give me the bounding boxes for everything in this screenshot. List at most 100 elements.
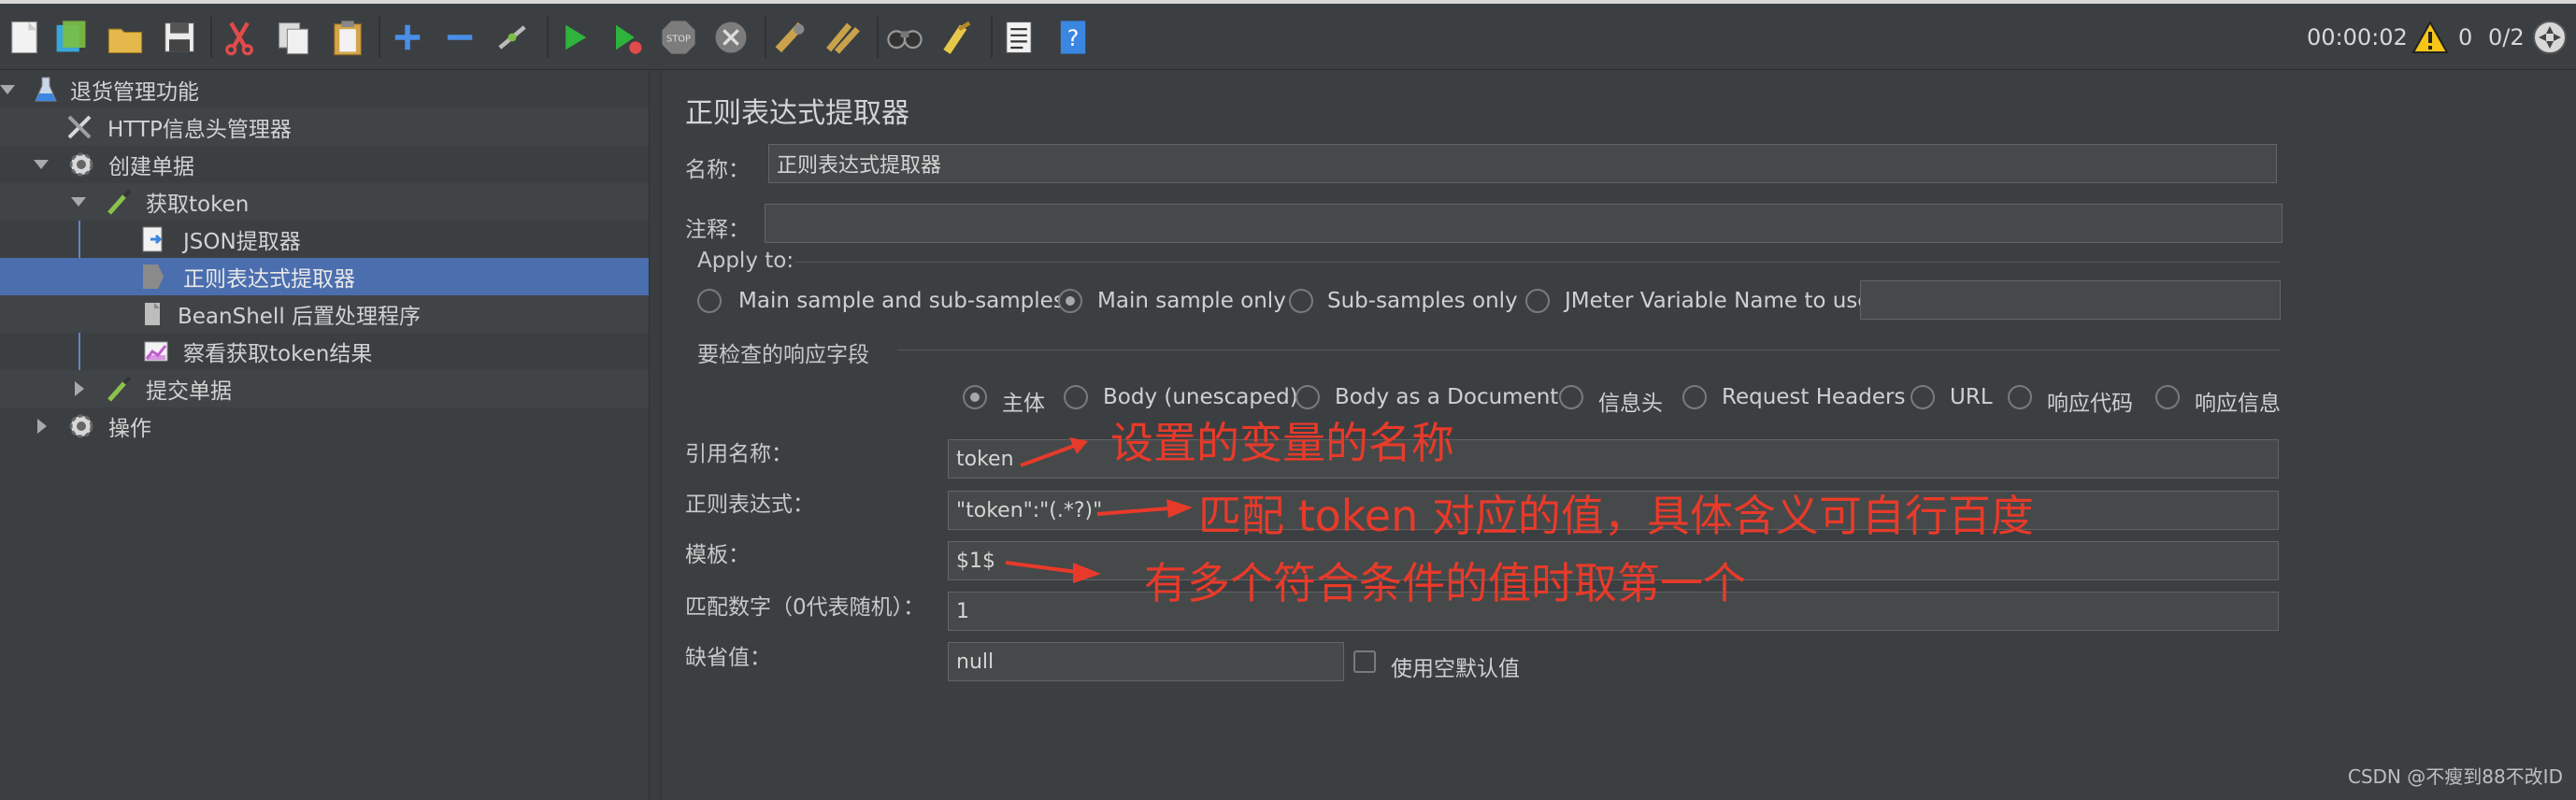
function-helper-icon[interactable] [996,13,1041,62]
apply-option-label: Sub-samples only [1327,289,1518,313]
name-field[interactable]: 正则表达式提取器 [768,144,2277,183]
remote-status-icon[interactable] [2531,17,2569,58]
cut-icon[interactable] [217,13,262,62]
warning-icon[interactable] [2411,17,2449,58]
use-empty-default-label: 使用空默认值 [1391,657,1520,681]
tree-item-create-order[interactable]: 创建单据 [0,146,649,183]
field-option-label: 响应代码 [2047,392,2133,416]
tree-item-get-token[interactable]: 获取token [0,183,649,221]
save-icon[interactable] [157,13,202,62]
new-icon[interactable] [2,13,47,62]
tree-item-test-plan[interactable]: 退货管理功能 [0,71,649,108]
test-plan-icon [30,74,62,106]
field-option-label: 主体 [1002,392,1045,416]
search-icon[interactable] [882,13,927,62]
field-option-label: Request Headers [1722,385,1906,409]
sampler-pipette-icon [103,186,135,218]
expand-arrow-icon[interactable] [0,85,15,94]
field-option-label: URL [1950,385,1993,409]
annotation-regex-meaning: 匹配 token 对应的值，具体含义可自行百度 [1198,491,2034,541]
annotation-variable-name: 设置的变量的名称 [1110,418,1454,468]
stop-icon[interactable]: STOP [656,13,701,62]
beanshell-icon [136,298,168,330]
apply-option-label: Main sample only [1097,289,1286,313]
paste-icon[interactable] [325,13,370,62]
tree-item-label: HTTP信息头管理器 [107,118,292,142]
tree-item-submit-order[interactable]: 提交单据 [0,370,649,407]
copy-icon[interactable] [271,13,316,62]
field-body-document-radio[interactable] [1295,385,1320,409]
field-option-label: 响应信息 [2195,392,2281,416]
default-value-label: 缺省值： [685,646,771,670]
collapse-arrow-icon[interactable] [37,419,47,434]
field-url-radio[interactable] [1911,385,1935,409]
comment-label: 注释： [685,218,750,242]
tree-item-label: BeanShell 后置处理程序 [178,305,422,329]
apply-main-and-sub-radio[interactable] [697,289,722,313]
section-separator [794,262,2281,263]
collapse-icon[interactable] [437,13,482,62]
toolbar: STOP ? 00:00:02 0 0/2 [0,4,2576,70]
reset-search-icon[interactable] [935,13,980,62]
apply-main-only-radio[interactable] [1058,289,1082,313]
toggle-icon[interactable] [490,13,535,62]
apply-sub-only-radio[interactable] [1289,289,1313,313]
field-headers-radio[interactable] [1559,385,1583,409]
field-request-headers-radio[interactable] [1682,385,1707,409]
clear-all-icon[interactable] [821,13,866,62]
tree-item-label: JSON提取器 [183,230,301,254]
field-option-label: 信息头 [1598,392,1663,416]
json-extractor-icon [136,223,168,255]
gear-icon [65,410,97,442]
expand-arrow-icon[interactable] [34,160,49,169]
annotation-arrow [1020,437,1088,467]
start-icon[interactable] [551,13,596,62]
tree-item-label: 退货管理功能 [70,80,199,105]
reference-name-label: 引用名称： [685,442,793,466]
tree-item-regex-extractor[interactable]: 正则表达式提取器 [0,258,649,295]
panel-title: 正则表达式提取器 [685,97,909,130]
expand-icon[interactable] [385,13,430,62]
tree-item-view-results[interactable]: 察看获取token结果 [0,333,649,370]
match-number-label: 匹配数字（0代表随机）： [685,595,925,620]
use-empty-default-checkbox[interactable] [1353,650,1376,673]
jmeter-variable-field[interactable] [1860,280,2281,320]
annotation-arrow [1005,561,1101,583]
apply-option-label: JMeter Variable Name to use [1565,289,1871,313]
shutdown-icon[interactable] [708,13,753,62]
apply-jmeter-variable-radio[interactable] [1525,289,1550,313]
tree-item-http-header-manager[interactable]: HTTP信息头管理器 [0,108,649,146]
field-body-radio[interactable] [963,385,987,409]
clear-icon[interactable] [768,13,813,62]
gear-icon [65,149,97,180]
split-pane-divider[interactable] [649,71,662,800]
name-label: 名称： [685,158,750,182]
field-option-label: Body as a Document [1335,385,1559,409]
start-no-pause-icon[interactable] [604,13,649,62]
svg-text:STOP: STOP [666,34,691,44]
annotation-template-meaning: 有多个符合条件的值时取第一个 [1144,558,1746,608]
thread-count: 0/2 [2488,24,2525,50]
annotation-arrow [1096,499,1193,518]
field-body-unescaped-radio[interactable] [1064,385,1088,409]
help-icon[interactable]: ? [1051,13,1095,62]
templates-icon[interactable] [49,13,93,62]
open-icon[interactable] [103,13,148,62]
tree-item-label: 创建单据 [108,155,194,179]
field-response-message-radio[interactable] [2155,385,2180,409]
tree-item-json-extractor[interactable]: JSON提取器 [0,221,649,258]
watermark: CSDN @不瘦到88不改ID [2347,765,2563,788]
listener-chart-icon [140,336,172,367]
field-response-code-radio[interactable] [2008,385,2032,409]
tree-item-label: 察看获取token结果 [183,342,373,366]
tree-item-beanshell-postprocessor[interactable]: BeanShell 后置处理程序 [0,295,649,333]
default-value-field[interactable]: null [948,642,1344,681]
collapse-arrow-icon[interactable] [75,381,84,396]
tree-item-label: 操作 [108,417,151,441]
tools-icon [64,111,95,143]
expand-arrow-icon[interactable] [71,197,86,207]
apply-to-label: Apply to: [697,249,794,273]
response-field-section-label: 要检查的响应字段 [697,343,869,367]
tree-item-operations[interactable]: 操作 [0,407,649,445]
comment-field[interactable] [765,204,2283,243]
